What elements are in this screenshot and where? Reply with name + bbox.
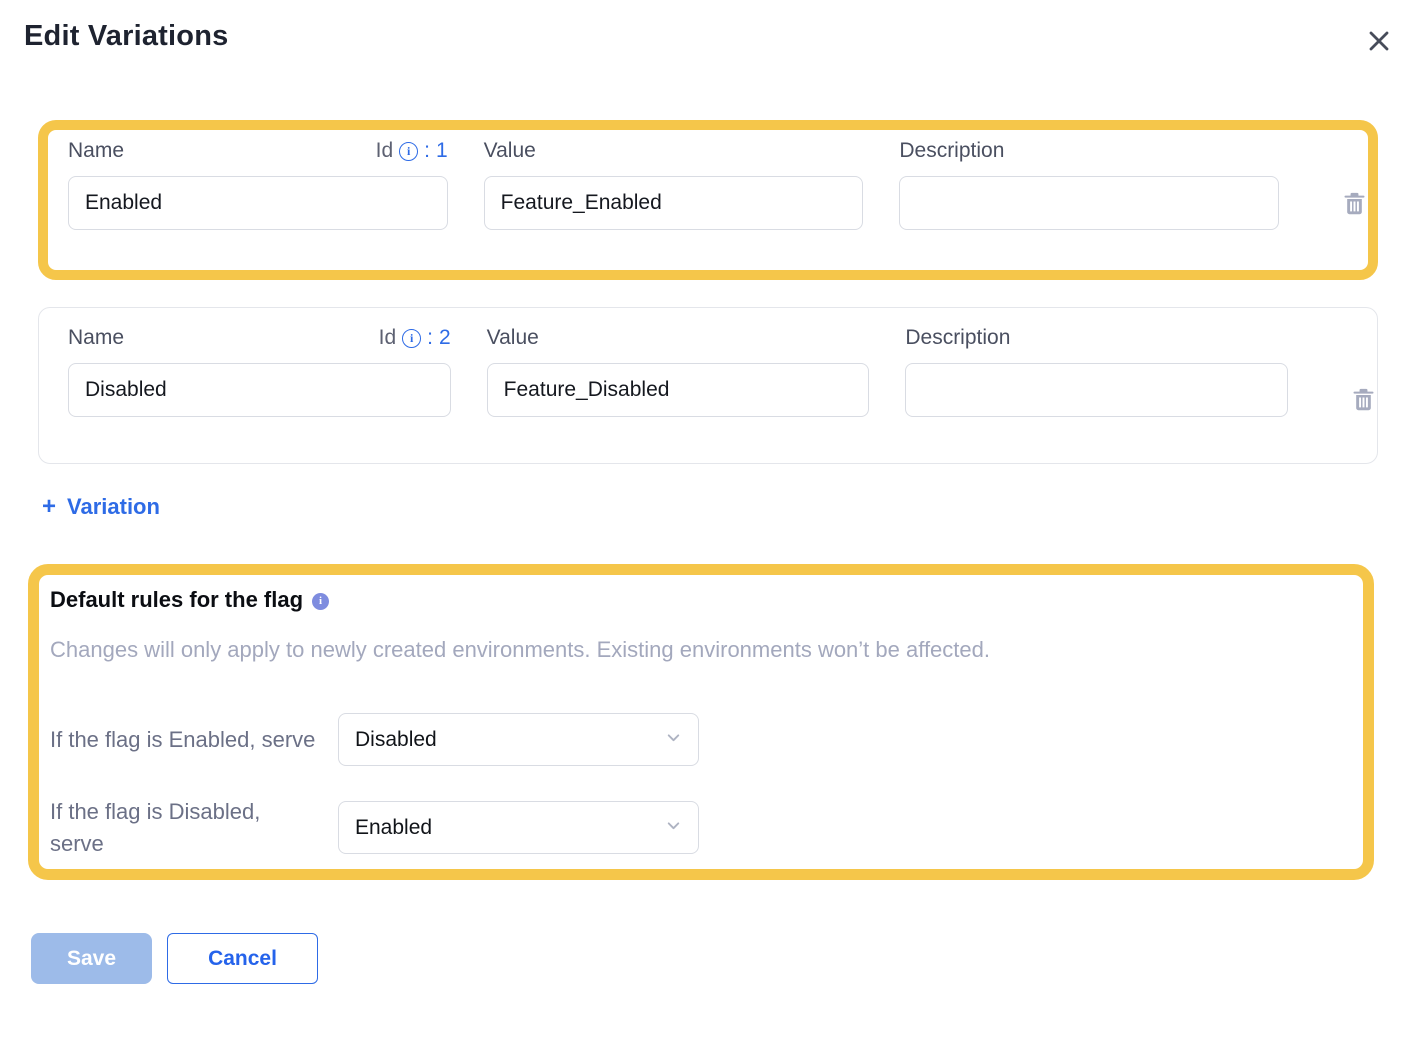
variation-1-description-field: Description xyxy=(899,138,1279,230)
page-title: Edit Variations xyxy=(24,20,228,53)
value-label: Value xyxy=(484,139,536,163)
id-separator: : xyxy=(424,139,430,163)
variation-2-id: Id i : 2 xyxy=(379,326,451,350)
serve-when-disabled-select[interactable]: Enabled xyxy=(338,801,699,854)
default-rules-note: Changes will only apply to newly created… xyxy=(50,637,1363,663)
close-button[interactable] xyxy=(1364,26,1394,56)
value-label: Value xyxy=(487,326,539,350)
id-label: Id xyxy=(379,326,397,350)
variation-1-name-input[interactable] xyxy=(68,176,448,230)
selected-value: Enabled xyxy=(355,816,432,840)
id-value: 2 xyxy=(439,326,451,350)
rule-row-enabled: If the flag is Enabled, serve Disabled xyxy=(50,713,1363,766)
add-variation-label: Variation xyxy=(67,494,160,520)
default-rules-rows: If the flag is Enabled, serve Disabled I… xyxy=(50,713,1363,860)
variation-2-description-field: Description xyxy=(905,325,1288,417)
name-label: Name xyxy=(68,326,124,350)
edit-variations-modal: Edit Variations Name Id i : 1 Value xyxy=(0,0,1420,984)
chevron-down-icon xyxy=(665,729,682,751)
variation-2-value-field: Value xyxy=(487,325,870,417)
variation-2-description-input[interactable] xyxy=(905,363,1288,417)
rule-disabled-label: If the flag is Disabled, serve xyxy=(50,796,338,860)
variation-2-name-input[interactable] xyxy=(68,363,451,417)
rule-row-disabled: If the flag is Disabled, serve Enabled xyxy=(50,796,1363,860)
delete-variation-2-button[interactable] xyxy=(1350,386,1377,413)
variation-card-1: Name Id i : 1 Value Description xyxy=(38,120,1378,280)
chevron-down-icon xyxy=(665,817,682,839)
save-button[interactable]: Save xyxy=(31,933,152,984)
cancel-button[interactable]: Cancel xyxy=(167,933,318,984)
variation-2-value-input[interactable] xyxy=(487,363,870,417)
default-rules-title: Default rules for the flag xyxy=(50,587,303,613)
add-variation-button[interactable]: + Variation xyxy=(42,494,160,520)
info-icon[interactable]: i xyxy=(399,142,418,161)
name-label: Name xyxy=(68,139,124,163)
variation-1-name-field: Name Id i : 1 xyxy=(68,138,448,230)
rule-enabled-label: If the flag is Enabled, serve xyxy=(50,724,338,756)
variation-1-value-input[interactable] xyxy=(484,176,864,230)
variation-1-value-field: Value xyxy=(484,138,864,230)
trash-icon xyxy=(1350,401,1377,416)
modal-footer: Save Cancel xyxy=(31,933,1420,984)
id-label: Id xyxy=(376,139,394,163)
default-rules-section: Default rules for the flag i Changes wil… xyxy=(28,564,1374,880)
id-value: 1 xyxy=(436,139,448,163)
info-icon[interactable]: i xyxy=(402,329,421,348)
plus-icon: + xyxy=(42,495,56,519)
delete-variation-1-button[interactable] xyxy=(1341,190,1368,217)
description-label: Description xyxy=(905,326,1010,350)
selected-value: Disabled xyxy=(355,728,437,752)
variation-1-id: Id i : 1 xyxy=(376,139,448,163)
id-separator: : xyxy=(427,326,433,350)
variation-card-2: Name Id i : 2 Value Description xyxy=(38,307,1378,464)
variation-2-name-field: Name Id i : 2 xyxy=(68,325,451,417)
modal-header: Edit Variations xyxy=(0,0,1420,56)
variation-1-description-input[interactable] xyxy=(899,176,1279,230)
serve-when-enabled-select[interactable]: Disabled xyxy=(338,713,699,766)
trash-icon xyxy=(1341,205,1368,220)
info-icon[interactable]: i xyxy=(312,593,329,610)
description-label: Description xyxy=(899,139,1004,163)
close-icon xyxy=(1366,42,1392,57)
